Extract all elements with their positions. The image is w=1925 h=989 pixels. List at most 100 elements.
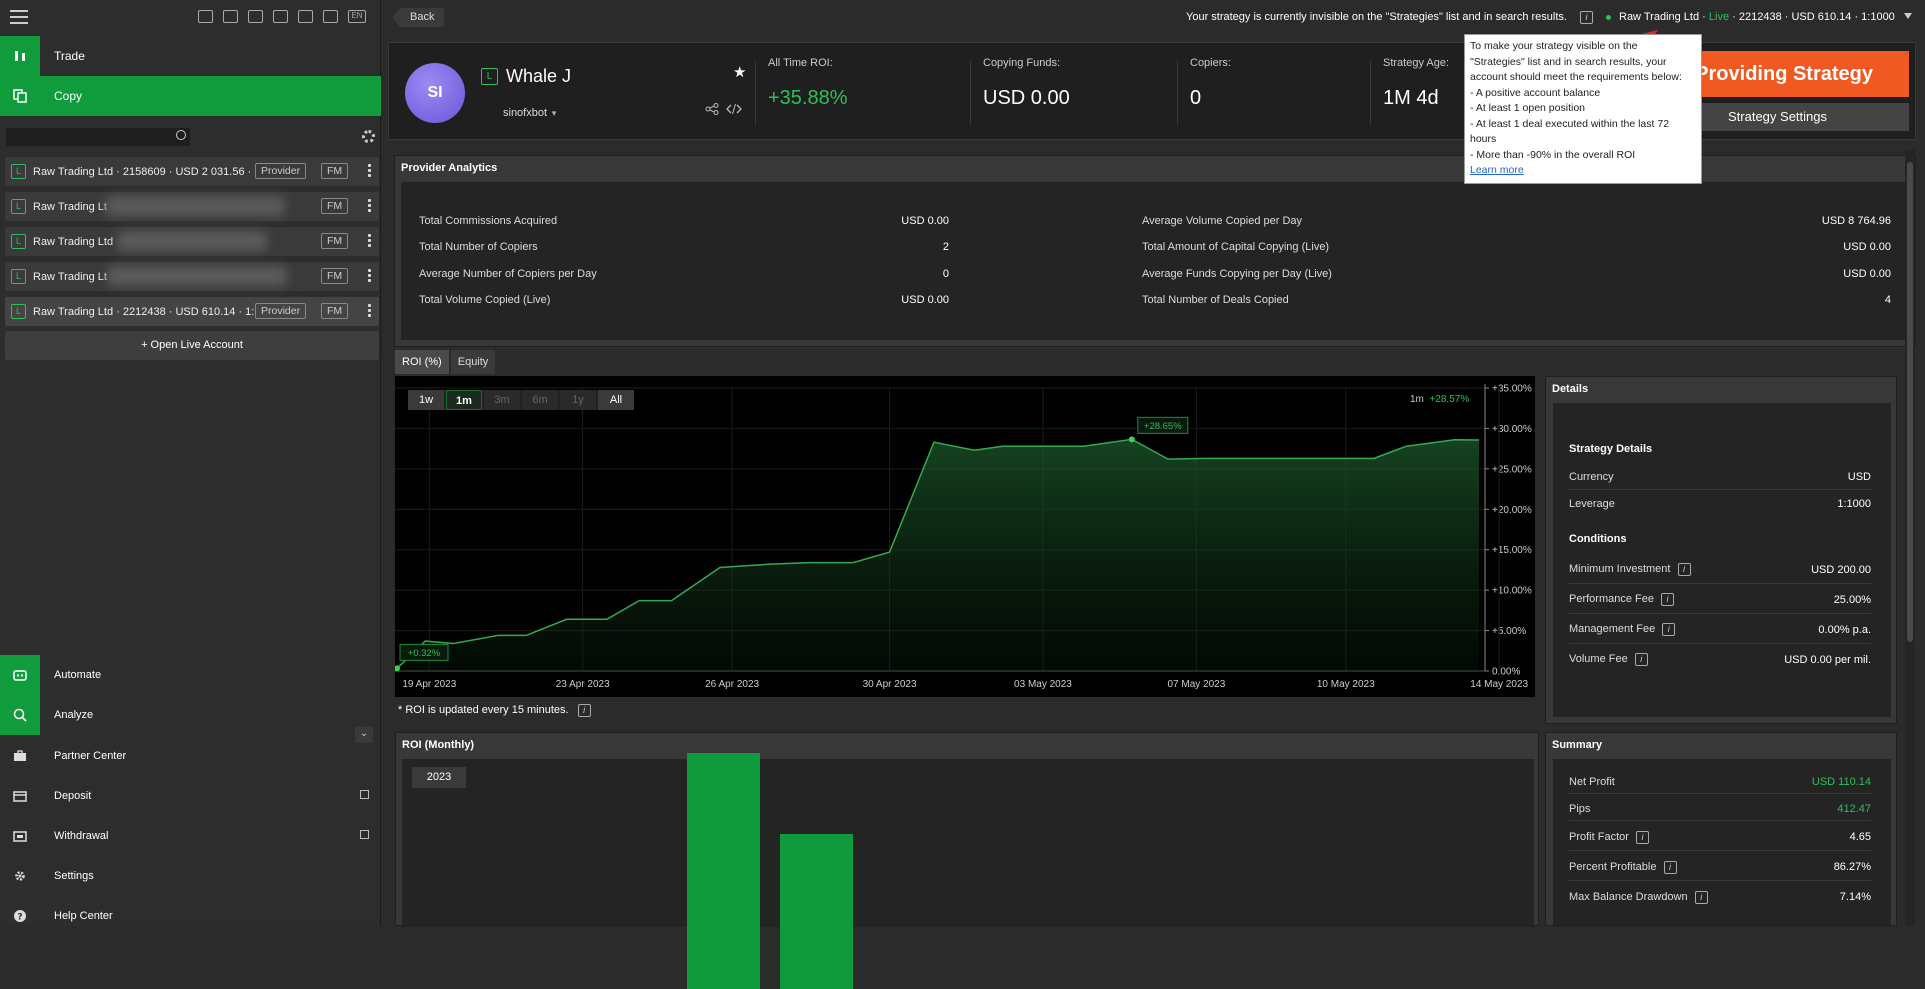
x-tick-label: 03 May 2023 (1014, 679, 1072, 690)
detail-value: USD 200.00 (1811, 564, 1871, 576)
nav-trade[interactable]: Trade (0, 36, 381, 76)
info-icon[interactable]: i (1634, 653, 1648, 666)
account-item[interactable]: L Raw Trading Lt FM (5, 192, 379, 221)
nav-automate[interactable]: Automate (0, 655, 381, 695)
nav-partner-center[interactable]: Partner Center (0, 736, 381, 776)
tab-equity[interactable]: Equity (450, 350, 496, 374)
account-item-selected[interactable]: L Raw Trading Ltd · 2212438 · USD 610.14… (5, 297, 379, 326)
nav-analyze[interactable]: Analyze (0, 695, 381, 735)
monthly-roi-bar[interactable] (687, 752, 760, 989)
avatar: SI (405, 63, 465, 123)
x-tick-label: 23 Apr 2023 (556, 679, 610, 690)
embed-code-icon[interactable] (726, 103, 743, 115)
open-live-account-button[interactable]: + Open Live Account (5, 331, 379, 360)
details-body: Strategy Details Currency USD Leverage 1… (1553, 403, 1891, 717)
mail-icon[interactable] (198, 10, 213, 23)
tooltip-line: - At least 1 open position (1470, 102, 1585, 114)
detail-label-text: Volume Fee (1569, 653, 1628, 665)
learn-more-link[interactable]: Learn more (1470, 164, 1524, 176)
detail-label-text: Minimum Investment (1569, 563, 1671, 575)
info-icon[interactable]: i (1635, 831, 1649, 844)
divider (1177, 61, 1178, 125)
analytics-label: Total Volume Copied (Live) (419, 294, 551, 306)
star-icon[interactable]: ★ (733, 63, 746, 81)
signal-icon[interactable] (223, 10, 238, 23)
partner-icon (0, 736, 40, 776)
analytics-value: 2 (942, 241, 949, 253)
windows-icon[interactable] (298, 10, 313, 23)
range-3m[interactable]: 3m (484, 390, 520, 410)
language-selector[interactable]: EN (348, 10, 366, 23)
range-all[interactable]: All (598, 390, 634, 410)
more-icon[interactable] (368, 268, 371, 283)
panel-title: Summary (1552, 739, 1603, 751)
summary-label: Pips (1569, 803, 1591, 815)
account-search-input[interactable] (6, 128, 190, 146)
info-icon[interactable]: i (1580, 11, 1594, 24)
strategy-title: L Whale J (481, 66, 571, 87)
more-icon[interactable] (368, 303, 371, 318)
range-1y[interactable]: 1y (560, 390, 596, 410)
scrollbar-thumb[interactable] (1907, 162, 1913, 642)
detail-label: Leverage (1569, 498, 1615, 510)
tooltip-line: - More than -90% in the overall ROI (1470, 148, 1636, 161)
stat-copying-funds: Copying Funds: USD 0.00 (983, 57, 1070, 110)
x-tick-label: 10 May 2023 (1317, 679, 1375, 690)
info-icon[interactable]: i (1661, 593, 1675, 606)
more-icon[interactable] (368, 163, 371, 178)
nav-help-center[interactable]: ? Help Center (0, 896, 381, 936)
x-tick-label: 26 Apr 2023 (705, 679, 759, 690)
back-button[interactable]: Back (392, 8, 445, 27)
summary-panel: Summary Net Profit USD 110.14 Pips 412.4… (1545, 732, 1897, 927)
external-link-icon (360, 790, 369, 799)
more-icon[interactable] (368, 198, 371, 213)
live-badge: L (11, 164, 26, 179)
visibility-notice-text: Your strategy is currently invisible on … (1186, 11, 1567, 23)
menu-icon[interactable] (10, 10, 28, 24)
start-label: +0.32% (408, 648, 441, 659)
account-item[interactable]: L Raw Trading Lt FM (5, 262, 379, 291)
info-icon[interactable]: i (1662, 623, 1676, 636)
tooltip-line: account should meet the requirements bel… (1470, 71, 1682, 83)
info-icon[interactable]: i (1677, 563, 1691, 576)
detail-label: Performance Fee i (1569, 593, 1675, 606)
fm-tag: FM (321, 303, 349, 319)
year-selector[interactable]: 2023 (412, 767, 466, 788)
summary-value: 7.14% (1839, 891, 1871, 903)
current-account[interactable]: Raw Trading Ltd · Live · 2212438 · USD 6… (1606, 11, 1895, 23)
account-item[interactable]: L Raw Trading Ltd · 2158609 · USD 2 031.… (5, 157, 379, 186)
info-icon[interactable]: i (1694, 891, 1708, 904)
tab-roi[interactable]: ROI (%) (395, 350, 449, 374)
print-icon[interactable] (248, 10, 263, 23)
monthly-roi-bar[interactable] (780, 834, 853, 989)
more-icon[interactable] (368, 233, 371, 248)
account-item[interactable]: L Raw Trading Ltd FM (5, 227, 379, 256)
fm-tag: FM (321, 163, 349, 179)
info-icon[interactable]: i (577, 704, 591, 717)
summary-label-text: Profit Factor (1569, 831, 1629, 843)
range-6m[interactable]: 6m (522, 390, 558, 410)
nav-copy[interactable]: Copy (0, 76, 381, 116)
nav-deposit[interactable]: Deposit (0, 776, 381, 816)
nav-withdrawal[interactable]: Withdrawal (0, 816, 381, 856)
summary-body: Net Profit USD 110.14 Pips 412.47 Profit… (1553, 759, 1891, 927)
share-icon[interactable] (705, 103, 719, 115)
roi-chart: +35.00% +30.00% +25.00% +20.00% +15.00% +10.0… (395, 376, 1535, 697)
chevron-down-icon[interactable] (1904, 13, 1912, 19)
scrollbar[interactable] (1905, 150, 1915, 926)
account-text: Raw Trading Ltd · 2212438 · USD 610.14 ·… (33, 305, 255, 318)
info-icon[interactable]: i (1663, 861, 1677, 874)
roi-note-text: * ROI is updated every 15 minutes. (398, 704, 569, 716)
range-1w[interactable]: 1w (408, 390, 444, 410)
fullscreen-icon[interactable] (273, 10, 288, 23)
range-1m[interactable]: 1m (446, 390, 482, 410)
live-badge: L (481, 68, 498, 85)
nav-settings[interactable]: Settings (0, 856, 381, 896)
trade-icon (0, 36, 40, 76)
roi-monthly-panel: ROI (Monthly) 2023 (395, 732, 1539, 989)
x-tick-label: 07 May 2023 (1167, 679, 1225, 690)
sound-icon[interactable] (323, 10, 338, 23)
account-text: Raw Trading Lt (33, 270, 107, 283)
gear-icon[interactable] (362, 130, 375, 143)
owner-selector[interactable]: sinofxbot ▼ (503, 107, 558, 119)
